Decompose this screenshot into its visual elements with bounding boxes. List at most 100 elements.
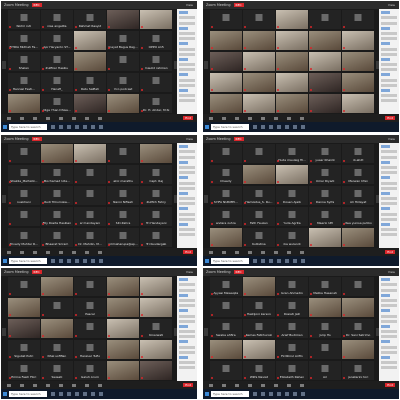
end-meeting-button[interactable]: End [385, 383, 395, 387]
taskbar-search-input[interactable]: Type here to search [9, 258, 47, 264]
view-button[interactable]: View [388, 137, 395, 141]
participant-tile[interactable] [74, 164, 106, 185]
participant-tile[interactable]: Julip Hs [309, 318, 341, 339]
mail-icon[interactable] [83, 125, 87, 129]
participant-tile[interactable]: Emina Fasih Fikri [8, 360, 40, 380]
windows-start-icon[interactable] [205, 392, 209, 396]
participant-tile[interactable] [74, 277, 106, 297]
prev-page-button[interactable] [204, 328, 208, 336]
record-icon[interactable] [85, 250, 89, 254]
view-button[interactable]: View [186, 3, 193, 7]
record-icon[interactable] [85, 383, 89, 387]
participant-tile[interactable]: Nanni Nifisah [107, 185, 139, 206]
participant-tile[interactable] [342, 277, 374, 297]
participant-tile[interactable] [41, 277, 73, 297]
taskbar-search-input[interactable]: Type here to search [9, 391, 47, 397]
participant-tile[interactable] [107, 93, 139, 113]
participant-tile[interactable]: Danne Syifa [309, 185, 341, 206]
participant-tile[interactable] [309, 297, 341, 318]
participant-tile[interactable]: Hastijoni kerson [243, 297, 275, 318]
store-icon[interactable] [277, 392, 281, 396]
security-icon[interactable] [235, 383, 239, 387]
chat-icon[interactable] [59, 383, 63, 387]
chrome-icon[interactable] [99, 125, 103, 129]
participant-tile[interactable] [342, 10, 374, 30]
reactions-icon[interactable] [98, 116, 102, 120]
windows-start-icon[interactable] [205, 259, 209, 263]
prev-page-button[interactable] [2, 195, 6, 203]
participant-tile[interactable] [276, 10, 308, 30]
participant-tile[interactable]: janatarini tori [342, 360, 374, 380]
participant-tile[interactable]: Capt. Raj [140, 164, 172, 185]
participant-tile[interactable] [74, 185, 106, 206]
security-icon[interactable] [33, 383, 37, 387]
participant-tile[interactable]: Elizabeth Rahen [276, 360, 308, 380]
participant-tile[interactable]: Hanzuul Tuflo [74, 339, 106, 360]
participant-tile[interactable]: Apr Haryanto ST... [41, 30, 73, 51]
participant-tile[interactable]: Yuda Agrita [276, 206, 308, 227]
edge-icon[interactable] [59, 125, 63, 129]
explorer-icon[interactable] [269, 259, 273, 263]
participant-tile[interactable]: Bhaarat Sriram [41, 227, 73, 247]
participant-tile[interactable] [140, 10, 172, 30]
participant-tile[interactable]: ili-ahdt [342, 144, 374, 164]
reactions-icon[interactable] [300, 116, 304, 120]
participant-tile[interactable]: FITRIA Midhah Fa... [8, 30, 40, 51]
participant-tile[interactable]: Dr. H. Ahdar, M.Si [140, 93, 172, 113]
end-meeting-button[interactable]: End [385, 250, 395, 254]
edge-icon[interactable] [59, 259, 63, 263]
participant-tile[interactable]: ika wulandi [276, 227, 308, 247]
participant-tile[interactable]: Ali Hidayat [342, 185, 374, 206]
explorer-icon[interactable] [269, 392, 273, 396]
participant-tile[interactable] [8, 144, 40, 164]
participant-tile[interactable]: maulid rahman [140, 51, 172, 72]
participant-tile[interactable] [210, 144, 242, 164]
participant-tile[interactable] [342, 227, 374, 247]
explorer-icon[interactable] [269, 125, 273, 129]
participant-tile[interactable]: Kullistina [243, 227, 275, 247]
chrome-icon[interactable] [301, 392, 305, 396]
participant-tile[interactable] [276, 30, 308, 51]
participant-tile[interactable]: Rahmat Rasyid [74, 10, 106, 30]
participant-tile[interactable] [74, 30, 106, 51]
view-button[interactable]: View [186, 137, 193, 141]
participant-tile[interactable] [8, 277, 40, 297]
view-button[interactable]: View [388, 270, 395, 274]
security-icon[interactable] [235, 250, 239, 254]
edge-icon[interactable] [59, 392, 63, 396]
task-view-icon[interactable] [51, 392, 55, 396]
participant-tile[interactable] [276, 51, 308, 72]
participant-tile[interactable] [140, 72, 172, 93]
participant-tile[interactable] [107, 318, 139, 339]
participant-tile[interactable] [243, 339, 275, 360]
prev-page-button[interactable] [2, 61, 6, 69]
participant-tile[interactable] [210, 51, 242, 72]
participant-tile[interactable] [342, 93, 374, 113]
participant-tile[interactable] [342, 51, 374, 72]
participant-tile[interactable] [243, 93, 275, 113]
store-icon[interactable] [75, 125, 79, 129]
participant-tile[interactable] [243, 72, 275, 93]
participant-tile[interactable] [210, 360, 242, 380]
end-meeting-button[interactable]: End [183, 116, 193, 120]
prev-page-button[interactable] [2, 328, 6, 336]
participant-tile[interactable]: Tri Handayani [140, 206, 172, 227]
participant-tile[interactable]: Shakila_Malhatir... [8, 164, 40, 185]
participant-tile[interactable]: yusar Khairik [309, 144, 341, 164]
store-icon[interactable] [277, 125, 281, 129]
participant-tile[interactable] [41, 297, 73, 318]
taskbar-search-input[interactable]: Type here to search [211, 258, 249, 264]
participant-tile[interactable] [107, 51, 139, 72]
share-screen-icon[interactable] [72, 383, 76, 387]
participant-tile[interactable]: Rosiati Jalil [276, 297, 308, 318]
participant-tile[interactable]: Galuh Arum [74, 360, 106, 380]
participant-tile[interactable]: Vco podcast [107, 72, 139, 93]
task-view-icon[interactable] [51, 259, 55, 263]
view-button[interactable]: View [186, 270, 193, 274]
security-icon[interactable] [33, 250, 37, 254]
prev-page-button[interactable] [204, 61, 208, 69]
participant-tile[interactable] [243, 164, 275, 185]
participant-tile[interactable]: Ayyasi Mawaqila [210, 277, 242, 297]
participant-tile[interactable]: Dr. Mahdin, M... [74, 227, 106, 247]
participant-tile[interactable]: Huda maulaig fil... [276, 144, 308, 164]
